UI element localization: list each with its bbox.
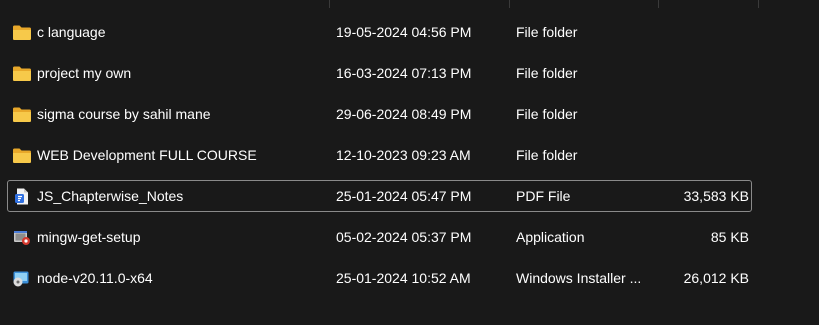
file-row[interactable]: project my own 16-03-2024 07:13 PM File … (0, 56, 819, 97)
date-modified: 05-02-2024 05:37 PM (336, 229, 472, 245)
file-type: Application (516, 229, 585, 245)
file-size: 33,583 KB (683, 188, 749, 204)
file-list: c language 19-05-2024 04:56 PM File fold… (0, 15, 819, 302)
column-header-strip (0, 0, 819, 8)
file-size (650, 138, 749, 173)
file-row[interactable]: node-v20.11.0-x64 25-01-2024 10:52 AM Wi… (0, 261, 819, 302)
file-size: 26,012 KB (683, 270, 749, 286)
file-type: Windows Installer ... (516, 270, 642, 286)
file-type: File folder (516, 106, 578, 122)
file-type: File folder (516, 65, 578, 81)
file-type: PDF File (516, 188, 571, 204)
file-row[interactable]: mingw-get-setup 05-02-2024 05:37 PM Appl… (0, 220, 819, 261)
installer-icon (13, 271, 29, 287)
file-type: File folder (516, 24, 578, 40)
date-modified: 16-03-2024 07:13 PM (336, 65, 472, 81)
column-separator[interactable] (758, 0, 759, 8)
file-name: c language (37, 24, 106, 40)
file-row[interactable]: JS_Chapterwise_Notes 25-01-2024 05:47 PM… (0, 179, 819, 220)
folder-icon (13, 107, 31, 122)
pdf-file-icon (15, 188, 28, 205)
file-row[interactable]: c language 19-05-2024 04:56 PM File fold… (0, 15, 819, 56)
column-separator[interactable] (658, 0, 659, 8)
folder-icon (13, 148, 31, 163)
application-icon (14, 231, 30, 245)
file-name: WEB Development FULL COURSE (37, 147, 257, 163)
file-size (650, 15, 749, 50)
file-name: JS_Chapterwise_Notes (37, 188, 184, 204)
file-name: node-v20.11.0-x64 (37, 270, 153, 286)
file-size (650, 97, 749, 132)
file-explorer-list: c language 19-05-2024 04:56 PM File fold… (0, 0, 819, 325)
file-size: 85 KB (710, 229, 749, 245)
date-modified: 29-06-2024 08:49 PM (336, 106, 472, 122)
column-separator[interactable] (509, 0, 510, 8)
file-name: mingw-get-setup (37, 229, 141, 245)
file-name: project my own (37, 65, 132, 81)
folder-icon (13, 25, 31, 40)
file-name: sigma course by sahil mane (37, 106, 211, 122)
date-modified: 25-01-2024 10:52 AM (336, 270, 471, 286)
file-row[interactable]: sigma course by sahil mane 29-06-2024 08… (0, 97, 819, 138)
date-modified: 12-10-2023 09:23 AM (336, 147, 471, 163)
date-modified: 25-01-2024 05:47 PM (336, 188, 472, 204)
folder-icon (13, 66, 31, 81)
file-size (650, 56, 749, 91)
file-row[interactable]: WEB Development FULL COURSE 12-10-2023 0… (0, 138, 819, 179)
file-type: File folder (516, 147, 578, 163)
date-modified: 19-05-2024 04:56 PM (336, 24, 472, 40)
column-separator[interactable] (329, 0, 330, 8)
